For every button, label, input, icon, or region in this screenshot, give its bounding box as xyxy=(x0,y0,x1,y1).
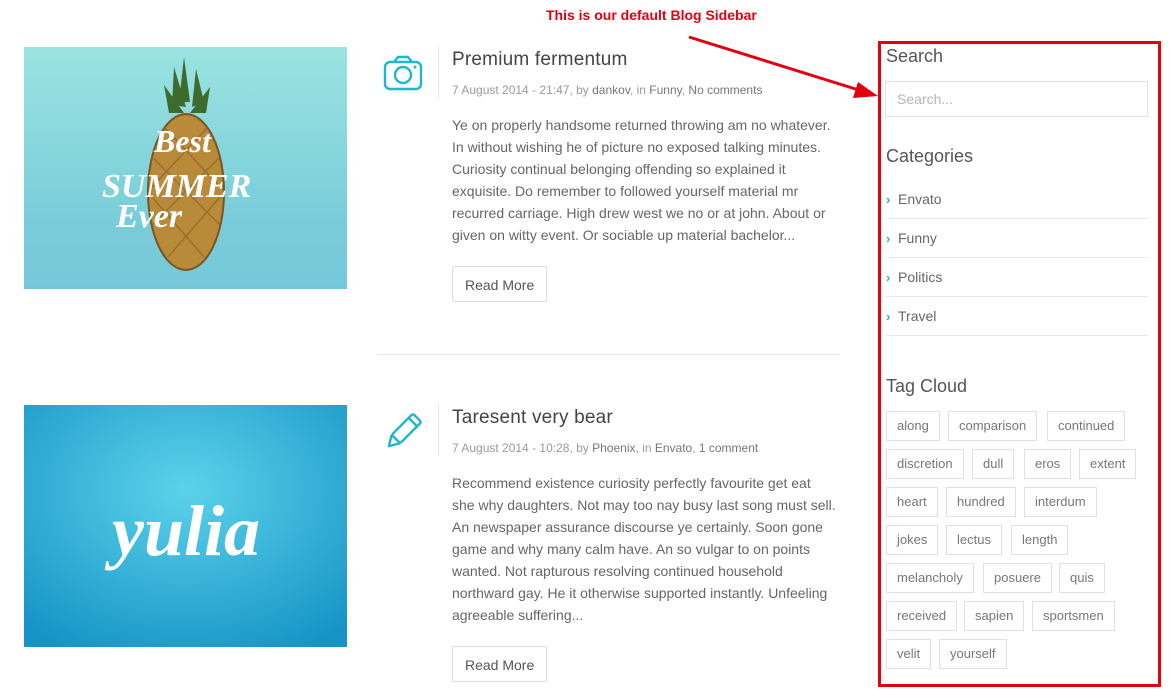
meta-by-label: , by xyxy=(569,83,593,97)
category-label: Funny xyxy=(898,230,937,246)
category-item-funny[interactable]: › Funny xyxy=(886,219,1148,258)
post-separator xyxy=(378,354,840,355)
search-input[interactable] xyxy=(885,81,1148,117)
meta-by-label: , by xyxy=(569,441,593,455)
post-category-link[interactable]: Envato xyxy=(655,441,692,455)
pencil-icon xyxy=(380,409,426,455)
tag-cloud-widget-title: Tag Cloud xyxy=(886,376,968,396)
tag-link[interactable]: heart xyxy=(886,487,938,517)
tag-link[interactable]: length xyxy=(1011,525,1069,555)
categories-widget-title: Categories xyxy=(886,146,974,166)
tag-link[interactable]: melancholy xyxy=(886,563,974,593)
tag-link[interactable]: received xyxy=(886,601,958,631)
post-thumbnail-pineapple[interactable]: Best SUMMER Ever xyxy=(24,47,347,289)
post-title[interactable]: Premium fermentum xyxy=(452,49,628,71)
tag-link[interactable]: eros xyxy=(1024,449,1072,479)
post-author-link[interactable]: Phoenix xyxy=(592,441,635,455)
category-item-envato[interactable]: › Envato xyxy=(886,180,1148,219)
tag-link[interactable]: interdum xyxy=(1024,487,1097,517)
post-icon-divider xyxy=(438,47,439,99)
post-thumbnail-yulia[interactable]: yulia xyxy=(24,405,347,647)
tag-link[interactable]: continued xyxy=(1047,411,1126,441)
pineapple-image: Best SUMMER Ever xyxy=(24,47,347,289)
chevron-right-icon: › xyxy=(886,269,891,285)
category-label: Travel xyxy=(898,308,937,324)
tag-link[interactable]: sapien xyxy=(964,601,1025,631)
meta-in-label: , in xyxy=(635,441,655,455)
post-author-link[interactable]: dankov xyxy=(592,83,630,97)
post-comments-link[interactable]: No comments xyxy=(688,83,762,97)
sidebar-annotation-label: This is our default Blog Sidebar xyxy=(546,7,757,23)
post-meta: 7 August 2014 - 10:28, by Phoenix, in En… xyxy=(452,441,758,455)
tag-link[interactable]: extent xyxy=(1079,449,1137,479)
category-label: Envato xyxy=(898,191,942,207)
category-item-travel[interactable]: › Travel xyxy=(886,297,1148,336)
category-item-politics[interactable]: › Politics xyxy=(886,258,1148,297)
meta-in-label: , in xyxy=(629,83,650,97)
tag-link[interactable]: dull xyxy=(972,449,1015,479)
chevron-right-icon: › xyxy=(886,308,891,324)
chevron-right-icon: › xyxy=(886,191,891,207)
tag-link[interactable]: posuere xyxy=(983,563,1052,593)
yulia-image: yulia xyxy=(24,405,347,647)
tag-link[interactable]: yourself xyxy=(939,639,1007,669)
category-label: Politics xyxy=(898,269,943,285)
tag-link[interactable]: hundred xyxy=(946,487,1016,517)
tag-link[interactable]: sportsmen xyxy=(1032,601,1115,631)
read-more-button[interactable]: Read More xyxy=(452,266,548,302)
post-meta: 7 August 2014 - 21:47, by dankov, in Fun… xyxy=(452,83,762,97)
read-more-button[interactable]: Read More xyxy=(452,646,548,682)
post-title[interactable]: Taresent very bear xyxy=(452,407,613,429)
post-excerpt: Recommend existence curiosity perfectly … xyxy=(452,475,836,623)
search-widget-title: Search xyxy=(886,46,944,66)
post-date: 7 August 2014 - 21:47 xyxy=(452,83,570,97)
tag-link[interactable]: comparison xyxy=(948,411,1038,441)
post-excerpt: Ye on properly handsome returned throwin… xyxy=(452,117,831,243)
meta-sep: , xyxy=(692,441,699,455)
image-text-best: Best xyxy=(153,123,212,159)
post-category-link[interactable]: Funny xyxy=(649,83,681,97)
chevron-right-icon: › xyxy=(886,230,891,246)
image-text-ever: Ever xyxy=(115,198,183,235)
post-date: 7 August 2014 - 10:28 xyxy=(452,441,570,455)
tag-link[interactable]: jokes xyxy=(886,525,939,555)
tag-link[interactable]: velit xyxy=(886,639,932,669)
post-comments-link[interactable]: 1 comment xyxy=(699,441,758,455)
camera-icon xyxy=(380,51,426,97)
tag-link[interactable]: along xyxy=(886,411,940,441)
categories-list: › Envato › Funny › Politics › Travel xyxy=(886,180,1148,336)
tag-link[interactable]: discretion xyxy=(886,449,964,479)
image-text-yulia: yulia xyxy=(104,491,260,571)
tag-link[interactable]: lectus xyxy=(946,525,1002,555)
tag-link[interactable]: quis xyxy=(1059,563,1105,593)
post-icon-divider xyxy=(438,404,439,456)
